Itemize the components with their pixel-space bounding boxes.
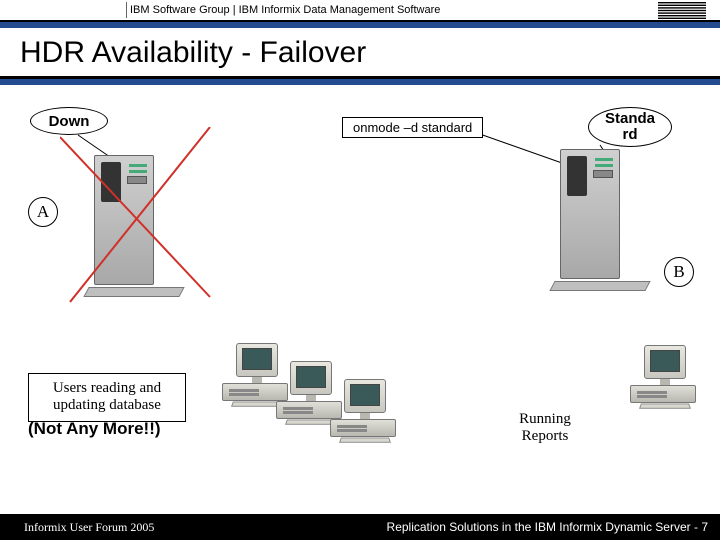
server-b-icon: [560, 149, 652, 289]
server-a-icon: [94, 155, 186, 295]
diagram-stage: Down Standa rd A B onmode –d standard Us…: [0, 85, 720, 515]
footer-right: Replication Solutions in the IBM Informi…: [387, 520, 708, 534]
node-label-b: B: [664, 257, 694, 287]
ibm-logo-icon: [658, 2, 706, 20]
slide-title: HDR Availability - Failover: [20, 36, 720, 70]
header-bar: IBM Software Group | IBM Informix Data M…: [0, 0, 720, 22]
footer-bar: Informix User Forum 2005 Replication Sol…: [0, 514, 720, 540]
footer-left: Informix User Forum 2005: [24, 520, 154, 535]
workstation-icon: [630, 345, 700, 409]
reports-callout: Running Reports: [485, 405, 605, 452]
workstation-icon: [330, 379, 400, 443]
not-any-more-label: (Not Any More!!): [28, 419, 161, 439]
command-box: onmode –d standard: [342, 117, 483, 138]
header-breadcrumb: IBM Software Group | IBM Informix Data M…: [130, 4, 440, 16]
header-separator: [126, 2, 127, 18]
users-callout: Users reading and updating database: [28, 373, 186, 422]
status-label-down: Down: [30, 107, 108, 135]
title-band: HDR Availability - Failover: [0, 28, 720, 79]
node-label-a: A: [28, 197, 58, 227]
status-label-standard: Standa rd: [588, 107, 672, 147]
